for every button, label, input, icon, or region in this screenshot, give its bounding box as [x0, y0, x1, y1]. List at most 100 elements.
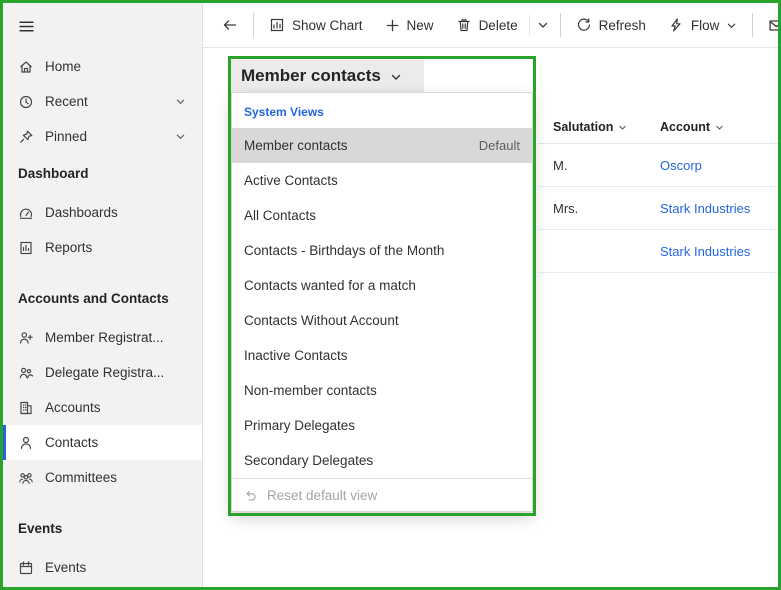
- sidebar-item-home[interactable]: Home: [3, 49, 202, 84]
- view-selector-dropdown: System Views Member contacts Default Act…: [231, 92, 533, 512]
- chevron-down-icon: [726, 20, 737, 31]
- chevron-down-icon: [390, 71, 402, 83]
- delete-button[interactable]: Delete: [445, 8, 529, 42]
- view-option-label: All Contacts: [244, 208, 317, 223]
- view-option-active-contacts[interactable]: Active Contacts: [232, 163, 532, 198]
- account-link[interactable]: Stark Industries: [660, 244, 750, 259]
- flow-icon: [668, 17, 684, 33]
- table-row[interactable]: Stark Industries: [538, 230, 778, 273]
- sidebar-item-label: Member Registrat...: [45, 330, 164, 345]
- clock-icon: [18, 94, 34, 110]
- sidebar-item-events[interactable]: Events: [3, 550, 202, 585]
- view-option-non-member-contacts[interactable]: Non-member contacts: [232, 373, 532, 408]
- view-option-label: Member contacts: [244, 138, 348, 153]
- sidebar-item-label: Committees: [45, 470, 118, 485]
- refresh-button[interactable]: Refresh: [565, 8, 657, 42]
- command-bar: Show Chart New Delete Refresh Flow: [203, 3, 778, 48]
- view-option-label: Primary Delegates: [244, 418, 356, 433]
- person-add-icon: [18, 330, 34, 346]
- building-icon: [18, 400, 34, 416]
- view-option-label: Inactive Contacts: [244, 348, 348, 363]
- chevron-down-icon: [538, 22, 547, 28]
- sidebar-item-recent[interactable]: Recent: [3, 84, 202, 119]
- button-label: Delete: [478, 17, 518, 33]
- calendar-icon: [18, 560, 34, 576]
- email-link-button[interactable]: [757, 8, 778, 42]
- sidebar-item-label: Events: [45, 560, 87, 575]
- account-link[interactable]: Oscorp: [660, 158, 702, 173]
- sidebar-item-label: Reports: [45, 240, 93, 255]
- table-row[interactable]: Mrs. Stark Industries: [538, 187, 778, 230]
- show-chart-button[interactable]: Show Chart: [258, 8, 374, 42]
- view-option-inactive-contacts[interactable]: Inactive Contacts: [232, 338, 532, 373]
- divider: [559, 13, 561, 37]
- account-link[interactable]: Stark Industries: [660, 201, 750, 216]
- new-button[interactable]: New: [374, 8, 445, 42]
- refresh-icon: [576, 17, 592, 33]
- reset-default-view-label: Reset default view: [267, 487, 378, 503]
- view-selector-title: Member contacts: [241, 66, 381, 85]
- people-icon: [18, 365, 34, 381]
- view-selector-button[interactable]: Member contacts: [231, 60, 424, 92]
- sidebar-item-contacts[interactable]: Contacts: [3, 425, 202, 460]
- contacts-grid: Salutation Account M. Oscorp Mrs. Stark …: [538, 111, 778, 273]
- plus-icon: [385, 18, 400, 33]
- person-icon: [18, 435, 34, 451]
- sidebar-item-label: Home: [45, 59, 82, 74]
- sidebar-section-dashboard: Dashboard: [18, 166, 89, 181]
- view-option-label: Active Contacts: [244, 173, 338, 188]
- divider: [253, 13, 254, 37]
- flow-button[interactable]: Flow: [657, 8, 749, 42]
- sidebar: Home Recent Pinned Dashboard Dashboards …: [3, 3, 203, 587]
- view-option-contacts-wanted-match[interactable]: Contacts wanted for a match: [232, 268, 532, 303]
- sidebar-section-events: Events: [18, 521, 63, 536]
- view-option-member-contacts[interactable]: Member contacts Default: [232, 128, 532, 163]
- view-option-label: Contacts Without Account: [244, 313, 399, 328]
- system-views-header: System Views: [244, 105, 324, 119]
- divider: [752, 13, 754, 37]
- view-option-primary-delegates[interactable]: Primary Delegates: [232, 408, 532, 443]
- salutation-cell: Mrs.: [553, 200, 579, 216]
- sidebar-item-label: Recent: [45, 94, 88, 109]
- sidebar-item-delegate-registration[interactable]: Delegate Registra...: [3, 355, 202, 390]
- hamburger-icon: [19, 20, 34, 32]
- email-icon: [768, 17, 778, 34]
- delete-dropdown-button[interactable]: [530, 8, 556, 42]
- view-option-all-contacts[interactable]: All Contacts: [232, 198, 532, 233]
- reset-default-view-button[interactable]: Reset default view: [232, 478, 532, 511]
- grid-header-row: Salutation Account: [538, 111, 778, 144]
- pin-icon: [18, 129, 34, 145]
- home-icon: [18, 59, 34, 75]
- salutation-cell: M.: [553, 157, 568, 173]
- trash-icon: [456, 17, 472, 33]
- chevron-down-icon[interactable]: [175, 96, 186, 107]
- sidebar-item-label: Accounts: [45, 400, 101, 415]
- chevron-down-icon: [618, 123, 627, 132]
- sidebar-item-member-registration[interactable]: Member Registrat...: [3, 320, 202, 355]
- sidebar-section-accounts-and-contacts: Accounts and Contacts: [18, 291, 169, 306]
- column-header-label: Salutation: [553, 120, 614, 134]
- sidebar-item-accounts[interactable]: Accounts: [3, 390, 202, 425]
- sidebar-item-dashboards[interactable]: Dashboards: [3, 195, 202, 230]
- view-option-label: Contacts - Birthdays of the Month: [244, 243, 445, 258]
- view-option-label: Non-member contacts: [244, 383, 377, 398]
- table-row[interactable]: M. Oscorp: [538, 144, 778, 187]
- view-option-contacts-birthdays[interactable]: Contacts - Birthdays of the Month: [232, 233, 532, 268]
- chevron-down-icon[interactable]: [175, 131, 186, 142]
- default-badge: Default: [478, 138, 520, 153]
- view-option-label: Secondary Delegates: [244, 453, 374, 468]
- view-option-secondary-delegates[interactable]: Secondary Delegates: [232, 443, 532, 478]
- back-button[interactable]: [211, 8, 249, 42]
- sidebar-item-committees[interactable]: Committees: [3, 460, 202, 495]
- hamburger-menu-button[interactable]: [3, 3, 202, 49]
- column-header-label: Account: [660, 120, 710, 134]
- sidebar-item-pinned[interactable]: Pinned: [3, 119, 202, 154]
- button-label: Show Chart: [292, 17, 363, 33]
- sidebar-item-reports[interactable]: Reports: [3, 230, 202, 265]
- view-option-contacts-without-account[interactable]: Contacts Without Account: [232, 303, 532, 338]
- view-option-label: Contacts wanted for a match: [244, 278, 416, 293]
- column-header-salutation[interactable]: Salutation: [538, 120, 660, 134]
- dashboard-icon: [18, 205, 34, 221]
- app-window: Home Recent Pinned Dashboard Dashboards …: [3, 3, 778, 587]
- column-header-account[interactable]: Account: [660, 120, 778, 134]
